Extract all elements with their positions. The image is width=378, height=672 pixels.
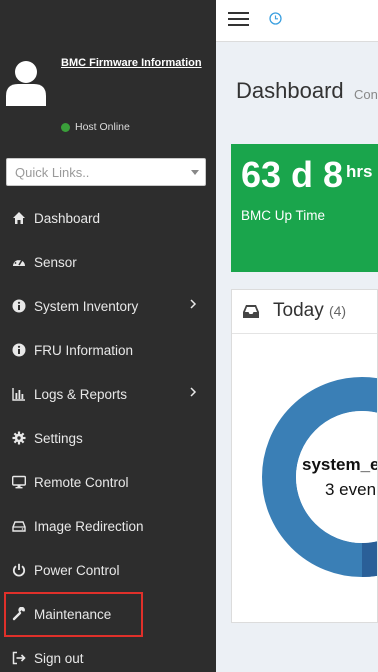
today-title-label: Today — [273, 300, 324, 321]
uptime-label: BMC Up Time — [241, 208, 326, 223]
uptime-value: 63 d 8 — [241, 154, 344, 195]
host-status-label: Host Online — [75, 121, 130, 133]
today-title: Today (4) — [273, 300, 346, 322]
sidebar-item-label: Image Redirection — [34, 518, 144, 534]
quick-links-select[interactable] — [6, 158, 206, 186]
sidebar-item-label: Sign out — [34, 650, 84, 666]
sidebar-item-dashboard[interactable]: Dashboard — [0, 196, 216, 240]
power-icon — [11, 562, 27, 578]
host-status-dot-icon — [61, 122, 70, 132]
info-icon — [11, 298, 27, 314]
donut-center-count: 3 even — [325, 480, 377, 499]
sidebar-item-label: Settings — [34, 430, 83, 446]
sidebar-item-sign-out[interactable]: Sign out — [0, 636, 216, 672]
events-donut-chart[interactable] — [262, 377, 378, 577]
today-events-panel: Today (4) system_e 3 even — [231, 289, 378, 623]
sidebar-item-settings[interactable]: Settings — [0, 416, 216, 460]
user-avatar-icon — [6, 61, 46, 106]
sidebar-item-power-control[interactable]: Power Control — [0, 548, 216, 592]
chevron-right-icon — [190, 387, 197, 397]
page-title: Dashboard — [236, 78, 344, 103]
donut-center-label: system_e — [302, 455, 378, 474]
sidebar-item-system-inventory[interactable]: System Inventory — [0, 284, 216, 328]
sidebar-item-maintenance[interactable]: Maintenance — [0, 592, 216, 637]
sidebar-item-label: Maintenance — [34, 606, 112, 622]
sidebar-item-label: System Inventory — [34, 298, 139, 314]
monitor-icon — [11, 474, 27, 490]
bar-chart-icon — [11, 386, 27, 402]
info-icon — [11, 342, 27, 358]
clock-icon[interactable] — [269, 12, 282, 25]
sidebar-item-remote-control[interactable]: Remote Control — [0, 460, 216, 504]
top-navbar — [216, 0, 378, 42]
drive-icon — [11, 518, 27, 534]
inbox-icon — [243, 305, 259, 318]
host-status: Host Online — [61, 121, 130, 133]
quick-links-input[interactable] — [7, 159, 177, 185]
menu-toggle-icon[interactable] — [228, 12, 249, 26]
chevron-right-icon — [190, 299, 197, 309]
today-count: (4) — [328, 303, 347, 319]
user-panel: BMC Firmware Information Host Online — [0, 0, 216, 150]
sidebar-item-label: FRU Information — [34, 342, 134, 358]
gauge-icon — [11, 254, 27, 270]
bmc-firmware-info-link[interactable]: BMC Firmware Information — [61, 57, 202, 69]
sidebar: BMC Firmware Information Host Online Das… — [0, 0, 216, 672]
uptime-unit: hrs — [346, 162, 373, 181]
sidebar-item-image-redirection[interactable]: Image Redirection — [0, 504, 216, 548]
sidebar-item-label: Logs & Reports — [34, 386, 128, 402]
gear-icon — [11, 430, 27, 446]
sidebar-item-fru-information[interactable]: FRU Information — [0, 328, 216, 372]
signout-icon — [11, 650, 27, 666]
sidebar-item-sensor[interactable]: Sensor — [0, 240, 216, 284]
wrench-icon — [11, 606, 27, 622]
caret-down-icon[interactable] — [191, 170, 199, 175]
home-icon — [11, 210, 27, 226]
sidebar-item-label: Remote Control — [34, 474, 129, 490]
sidebar-item-logs-reports[interactable]: Logs & Reports — [0, 372, 216, 416]
sidebar-item-label: Dashboard — [34, 210, 101, 226]
bmc-uptime-card: 63 d 8 hrs BMC Up Time — [231, 144, 378, 272]
sidebar-item-label: Sensor — [34, 254, 77, 270]
sidebar-nav: Dashboard Sensor System Inventory FRU In… — [0, 196, 216, 672]
today-panel-header: Today (4) — [232, 290, 377, 334]
page-subtitle: Con — [354, 87, 378, 102]
sidebar-item-label: Power Control — [34, 562, 120, 578]
